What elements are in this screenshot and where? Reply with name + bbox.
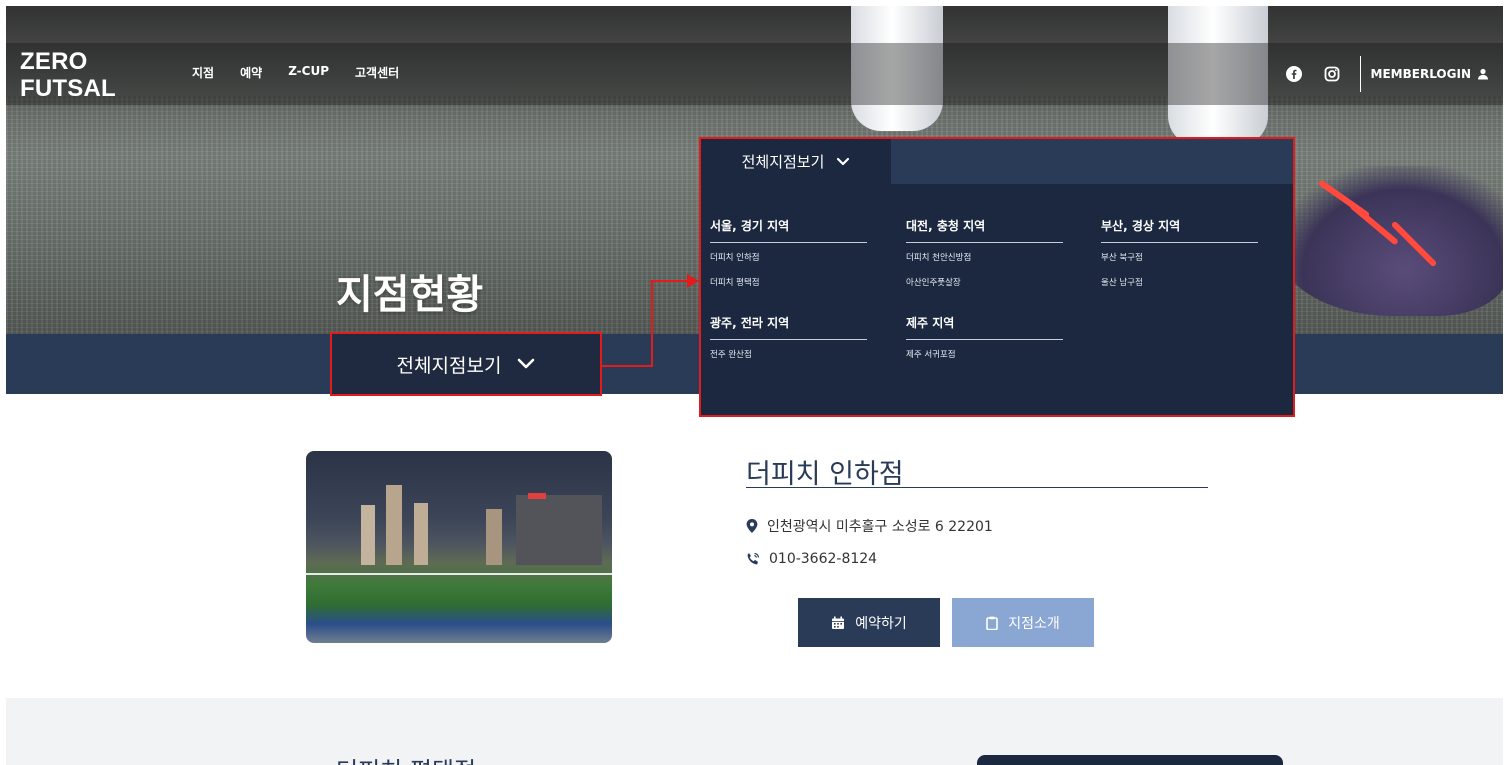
logo-line-1: ZERO [20,48,88,75]
region-daejeon-chungcheong: 대전, 충청 지역 더피치 천안신방점 아산인주풋살장 [906,217,1063,302]
brand-logo[interactable]: ZERO FUTSAL [20,48,116,102]
store-intro-button-label: 지점소개 [1008,615,1060,632]
branch-select-label: 전체지점보기 [396,354,502,377]
reserve-button-label: 예약하기 [855,615,907,632]
header-actions: MEMBERLOGIN [1284,55,1489,93]
region-gwangju-jeolla: 광주, 전라 지역 전주 완산점 [710,314,867,374]
store-address: 인천광역시 미추홀구 소성로 6 22201 [767,519,993,535]
nav-item-zcup[interactable]: Z-CUP [288,64,329,81]
chevron-down-icon [837,157,850,165]
calendar-icon [832,616,845,629]
branch-link[interactable]: 더피치 평택점 [710,277,867,289]
callout-connector [600,365,653,367]
store-phone[interactable]: 010-3662-8124 [769,551,877,567]
region-busan-gyeongsang: 부산, 경상 지역 부산 북구점 울산 남구점 [1101,217,1258,302]
region-title: 부산, 경상 지역 [1101,217,1258,243]
region-title: 제주 지역 [906,314,1063,340]
logo-line-2: FUTSAL [20,75,116,102]
region-title: 서울, 경기 지역 [710,217,867,243]
region-jeju: 제주 지역 제주 서귀포점 [906,314,1063,374]
map-pin-icon [746,519,758,533]
store-address-row: 인천광역시 미추홀구 소성로 6 22201 [746,516,993,536]
branch-link[interactable]: 울산 남구점 [1101,277,1258,289]
branch-dropdown-panel: 전체지점보기 서울, 경기 지역 더피치 인하점 더피치 평택점 대전, 충청 … [699,137,1295,417]
store-name-underline [746,487,1208,488]
callout-arrowhead [687,274,699,288]
next-store-name: 더피치 평택점 [336,751,476,765]
reserve-button[interactable]: 예약하기 [798,598,940,647]
store-phone-row: 010-3662-8124 [746,551,877,567]
region-seoul-gyeonggi: 서울, 경기 지역 더피치 인하점 더피치 평택점 [710,217,867,302]
chevron-down-icon [518,358,535,369]
branch-link[interactable]: 아산인주풋살장 [906,277,1063,289]
member-login-label: MEMBERLOGIN [1370,67,1471,81]
member-login-link[interactable]: MEMBERLOGIN [1371,67,1489,81]
facebook-icon[interactable] [1284,64,1304,84]
branch-link[interactable]: 부산 북구점 [1101,252,1258,264]
store-photo [306,451,612,643]
header-divider [1359,56,1361,92]
region-title: 광주, 전라 지역 [710,314,867,340]
callout-connector [651,280,689,282]
region-title: 대전, 충청 지역 [906,217,1063,243]
branch-link[interactable]: 더피치 천안신방점 [906,252,1063,264]
next-store-photo [977,755,1283,765]
user-icon [1478,68,1488,80]
clipboard-icon [986,616,999,630]
main-nav: 지점 예약 Z-CUP 고객센터 [192,64,399,81]
branch-link[interactable]: 전주 완산점 [710,349,867,361]
dropdown-tab-label: 전체지점보기 [741,153,825,171]
store-intro-button[interactable]: 지점소개 [952,598,1094,647]
instagram-icon[interactable] [1322,64,1342,84]
branch-select-button[interactable]: 전체지점보기 [330,332,602,396]
phone-icon [747,552,760,565]
page-title: 지점현황 [336,272,484,318]
nav-item-branch[interactable]: 지점 [192,64,214,81]
page: ZERO FUTSAL 지점 예약 Z-CUP 고객센터 MEMBERLOGIN… [6,6,1503,765]
nav-item-reservation[interactable]: 예약 [240,64,262,81]
branch-link[interactable]: 제주 서귀포점 [906,349,1063,361]
callout-connector [651,280,653,367]
hero-shoe [1274,166,1503,316]
nav-item-support[interactable]: 고객센터 [355,64,399,81]
store-name: 더피치 인하점 [746,459,904,490]
dropdown-tab[interactable]: 전체지점보기 [701,139,891,184]
branch-link[interactable]: 더피치 인하점 [710,252,867,264]
